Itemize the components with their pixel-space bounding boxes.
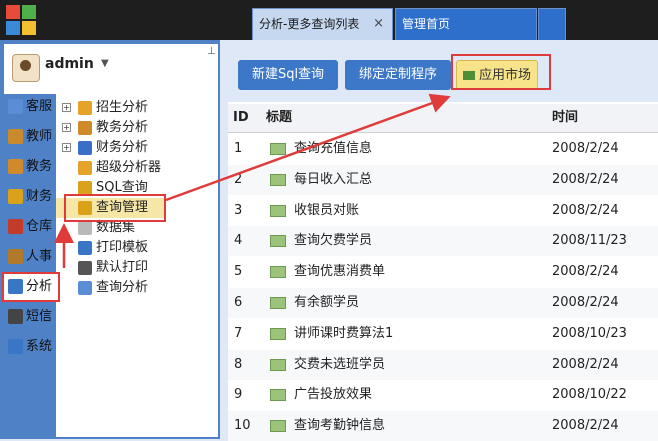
annotation-arrows <box>54 93 451 268</box>
annotation-arrow-to-market <box>165 93 451 202</box>
